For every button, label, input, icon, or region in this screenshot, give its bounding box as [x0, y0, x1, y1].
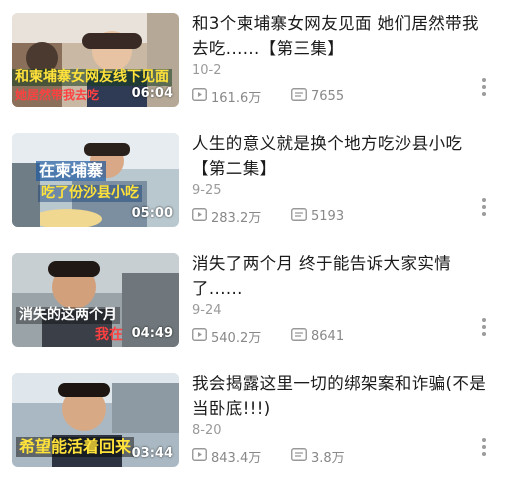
play-count-icon: [192, 207, 207, 225]
upload-date: 8-20: [192, 423, 222, 438]
more-options-icon[interactable]: [482, 198, 486, 216]
video-title[interactable]: 我会揭露这里一切的绑架案和诈骗(不是当卧底!!!): [192, 371, 492, 421]
more-options-icon[interactable]: [482, 318, 486, 336]
upload-date: 9-25: [192, 183, 222, 198]
view-count: 283.2万: [192, 207, 261, 226]
thumbnail-caption: 我在: [95, 327, 123, 343]
video-duration: 05:00: [131, 206, 173, 221]
video-item[interactable]: 希望能活着回来 03:44 我会揭露这里一切的绑架案和诈骗(不是当卧底!!!) …: [0, 360, 505, 480]
video-item[interactable]: 在柬埔寨 吃了份沙县小吃 05:00 人生的意义就是换个地方吃沙县小吃【第二集】…: [0, 120, 505, 240]
video-duration: 06:04: [131, 86, 173, 101]
comment-count: 3.8万: [291, 447, 345, 466]
video-thumbnail[interactable]: 希望能活着回来 03:44: [12, 373, 179, 467]
thumbnail-caption: 消失的这两个月: [16, 307, 120, 324]
thumbnail-caption: 在柬埔寨: [36, 161, 107, 181]
comment-count: 7655: [291, 87, 344, 105]
video-thumbnail[interactable]: 在柬埔寨 吃了份沙县小吃 05:00: [12, 133, 179, 227]
comment-icon: [291, 327, 307, 345]
view-count: 540.2万: [192, 327, 261, 346]
video-list: 和柬埔寨女网友线下见面 她居然带我去吃 06:04 和3个柬埔寨女网友见面 她们…: [0, 0, 505, 485]
comment-icon: [291, 447, 307, 465]
upload-date: 9-24: [192, 303, 222, 318]
play-count-icon: [192, 87, 207, 105]
video-title[interactable]: 消失了两个月 终于能告诉大家实情了......: [192, 251, 492, 301]
upload-date: 10-2: [192, 63, 222, 78]
video-title[interactable]: 人生的意义就是换个地方吃沙县小吃【第二集】: [192, 131, 492, 181]
video-item[interactable]: 和柬埔寨女网友线下见面 她居然带我去吃 06:04 和3个柬埔寨女网友见面 她们…: [0, 0, 505, 120]
view-count: 843.4万: [192, 447, 261, 466]
play-count-icon: [192, 327, 207, 345]
comment-count: 8641: [291, 327, 344, 345]
comment-count: 5193: [291, 207, 344, 225]
play-count-icon: [192, 447, 207, 465]
video-thumbnail[interactable]: 消失的这两个月 我在 04:49: [12, 253, 179, 347]
thumbnail-caption: 和柬埔寨女网友线下见面: [12, 69, 172, 86]
video-title[interactable]: 和3个柬埔寨女网友见面 她们居然带我去吃......【第三集】: [192, 11, 492, 61]
video-item[interactable]: 消失的这两个月 我在 04:49 消失了两个月 终于能告诉大家实情了......…: [0, 240, 505, 360]
video-duration: 03:44: [131, 446, 173, 461]
video-thumbnail[interactable]: 和柬埔寨女网友线下见面 她居然带我去吃 06:04: [12, 13, 179, 107]
more-options-icon[interactable]: [482, 78, 486, 96]
video-duration: 04:49: [131, 326, 173, 341]
more-options-icon[interactable]: [482, 438, 486, 456]
view-count: 161.6万: [192, 87, 261, 106]
thumbnail-caption: 她居然带我去吃: [15, 88, 100, 102]
comment-icon: [291, 87, 307, 105]
thumbnail-caption: 吃了份沙县小吃: [38, 185, 142, 202]
comment-icon: [291, 207, 307, 225]
thumbnail-caption: 希望能活着回来: [16, 437, 135, 457]
